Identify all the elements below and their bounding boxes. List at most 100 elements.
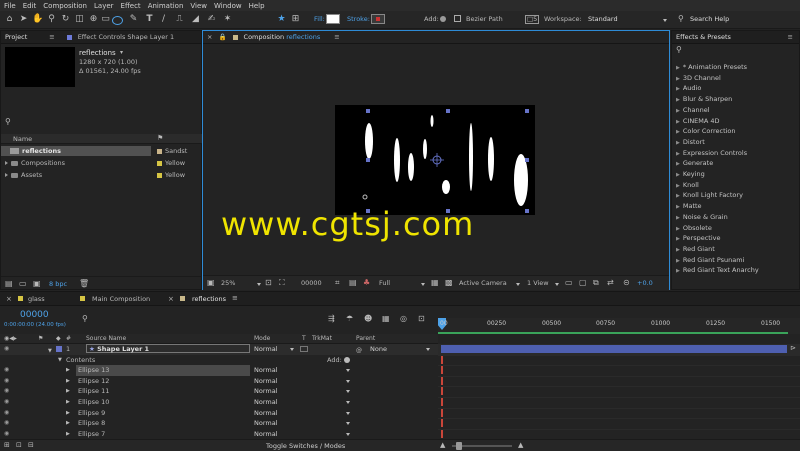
menu-window[interactable]: Window <box>214 2 242 10</box>
ellipse-mode-dropdown[interactable]: Normal <box>254 366 350 375</box>
project-item-reflections[interactable]: reflections <box>1 146 151 156</box>
panel-menu-icon[interactable]: ≡ <box>232 294 238 302</box>
effects-category[interactable]: Red Giant <box>676 244 715 254</box>
exposure-value[interactable]: +0.0 <box>637 279 653 287</box>
ellipse-name[interactable]: Ellipse 13 <box>76 365 250 376</box>
effects-category[interactable]: Color Correction <box>676 126 736 136</box>
effects-category[interactable]: Audio <box>676 83 701 93</box>
av-features-icon[interactable]: ◉◀▸ <box>4 335 17 342</box>
effects-category[interactable]: Channel <box>676 105 710 115</box>
parent-header[interactable]: Parent <box>356 335 375 342</box>
eye-icon[interactable]: ◉ <box>4 346 11 352</box>
bezier-checkbox[interactable] <box>454 15 461 22</box>
puppet-tool-icon[interactable]: ✶ <box>222 14 233 25</box>
eye-icon[interactable]: ◉ <box>4 377 11 384</box>
selection-tool-icon[interactable]: ➤ <box>18 14 29 25</box>
ellipse-mode-dropdown[interactable]: Normal <box>254 419 350 428</box>
ellipse-row[interactable]: ◉ ▶ Ellipse 9 Normal <box>0 408 438 419</box>
effects-category[interactable]: Knoll <box>676 180 699 190</box>
bit-depth-button[interactable]: 8 bpc <box>49 280 67 288</box>
zoom-in-icon[interactable]: ▲ <box>518 441 523 449</box>
effects-category[interactable]: Noise & Grain <box>676 212 728 222</box>
frame-blending-icon[interactable]: ▦ <box>382 314 390 323</box>
ellipse-mode-dropdown[interactable]: Normal <box>254 387 350 396</box>
trkmat-header[interactable]: TrkMat <box>312 335 332 342</box>
graph-editor-icon[interactable]: ⊡ <box>418 314 425 323</box>
panel-menu-icon[interactable]: ≡ <box>334 33 339 41</box>
effects-category[interactable]: Red Giant Text Anarchy <box>676 265 759 275</box>
ellipse-mode-dropdown[interactable]: Normal <box>254 377 350 386</box>
eye-icon[interactable]: ◉ <box>4 430 11 437</box>
effects-category[interactable]: Perspective <box>676 233 721 243</box>
tab-glass[interactable]: glass <box>28 295 45 303</box>
ellipse-row[interactable]: ◉ ▶ Ellipse 7 Normal <box>0 429 438 440</box>
ellipse-name[interactable]: Ellipse 10 <box>76 397 109 408</box>
keyframe-stamp-icon[interactable] <box>441 398 443 406</box>
ellipse-name[interactable]: Ellipse 8 <box>76 418 105 429</box>
expand-panel-icon[interactable]: ⊳ <box>790 344 800 354</box>
effects-category[interactable]: Expression Controls <box>676 148 747 158</box>
eye-icon[interactable]: ◉ <box>4 420 11 426</box>
trash-icon[interactable]: 🗑 <box>79 279 89 288</box>
tab-effects-presets[interactable]: Effects & Presets <box>676 33 731 41</box>
rectangle-tool-icon[interactable]: ▭ <box>100 14 111 25</box>
layer-name[interactable]: ★ Shape Layer 1 <box>86 344 250 353</box>
composition-canvas[interactable] <box>335 105 535 215</box>
expand-triangle[interactable]: ▶ <box>66 386 70 397</box>
toggle-pixel-aspect-icon[interactable]: ▭ <box>565 278 573 287</box>
contents-row[interactable]: ▼ Contents Add: <box>0 355 438 366</box>
expand-triangle[interactable]: ▶ <box>66 365 70 376</box>
layer-row-shape-layer-1[interactable]: ◉ ▼ 1 ★ Shape Layer 1 Normal @ None <box>0 344 438 355</box>
home-icon[interactable]: ⌂ <box>4 14 15 25</box>
interpret-footage-icon[interactable]: ▤ <box>5 279 13 288</box>
camera-tool-icon[interactable]: ◫ <box>74 14 85 25</box>
preserve-transparency-checkbox[interactable] <box>300 346 308 352</box>
panel-menu-icon[interactable]: ≡ <box>49 33 54 41</box>
menu-help[interactable]: Help <box>249 2 265 10</box>
ellipse-name[interactable]: Ellipse 7 <box>76 429 105 440</box>
effects-category[interactable]: 3D Channel <box>676 73 721 83</box>
zoom-tool-icon[interactable]: ⚲ <box>46 14 57 25</box>
region-of-interest-icon[interactable]: ⛶ <box>279 278 285 288</box>
menu-edit[interactable]: Edit <box>23 2 37 10</box>
in-out-icon[interactable]: ⊟ <box>28 441 34 449</box>
roto-brush-tool-icon[interactable]: ✍ <box>206 14 217 25</box>
eye-icon[interactable]: ◉ <box>4 409 11 416</box>
effects-category[interactable]: Distort <box>676 137 705 147</box>
ellipse-row[interactable]: ◉ ▶ Ellipse 12 Normal <box>0 376 438 387</box>
show-snapshot-icon[interactable]: ▤ <box>349 278 357 287</box>
expand-triangle[interactable]: ▶ <box>66 397 70 408</box>
keyframe-stamp-icon[interactable] <box>441 387 443 396</box>
search-icon[interactable]: ⚲ <box>82 314 88 323</box>
ellipse-row[interactable]: ◉ ▶ Ellipse 13 Normal <box>0 365 438 376</box>
toggle-switches-modes-button[interactable]: Toggle Switches / Modes <box>266 442 345 450</box>
snapping-icon[interactable]: ⊞ <box>290 14 301 25</box>
close-icon[interactable]: × <box>207 33 212 41</box>
comp-flowchart-icon[interactable]: ⇄ <box>607 278 614 287</box>
effects-category[interactable]: Blur & Sharpen <box>676 94 732 104</box>
close-icon[interactable]: × <box>168 295 174 303</box>
view-layout-dropdown[interactable]: 1 View <box>527 279 557 287</box>
effects-category[interactable]: * Animation Presets <box>676 62 747 72</box>
pan-behind-tool-icon[interactable]: ⊕ <box>88 14 99 25</box>
comp-mini-flowchart-icon[interactable]: ⇶ <box>328 314 335 323</box>
name-column-header[interactable]: Name <box>13 135 32 143</box>
ellipse-row[interactable]: ◉ ▶ Ellipse 10 Normal <box>0 397 438 408</box>
layer-duration-bar[interactable] <box>441 345 787 353</box>
effects-category[interactable]: Knoll Light Factory <box>676 190 743 200</box>
hand-tool-icon[interactable]: ✋ <box>32 14 43 25</box>
layer-switches-icon[interactable]: ⊞ <box>4 441 10 449</box>
search-help-field[interactable]: Search Help <box>690 15 729 23</box>
zoom-slider-handle[interactable] <box>456 442 462 450</box>
label-column-icon[interactable]: ◆ <box>56 335 61 342</box>
label-column-icon[interactable]: ⚑ <box>157 134 163 142</box>
layer-label-swatch[interactable] <box>56 346 62 352</box>
workspace-dropdown[interactable]: Standard <box>588 15 668 23</box>
type-tool-icon[interactable]: T <box>144 14 155 25</box>
timeline-icon[interactable]: ⧉ <box>593 278 599 288</box>
menu-animation[interactable]: Animation <box>148 2 184 10</box>
tab-composition[interactable]: Composition reflections <box>244 33 321 41</box>
panel-menu-icon[interactable]: ≡ <box>788 33 793 41</box>
collapse-triangle[interactable]: ▼ <box>58 355 62 366</box>
ellipse-row[interactable]: ◉ ▶ Ellipse 11 Normal <box>0 386 438 397</box>
